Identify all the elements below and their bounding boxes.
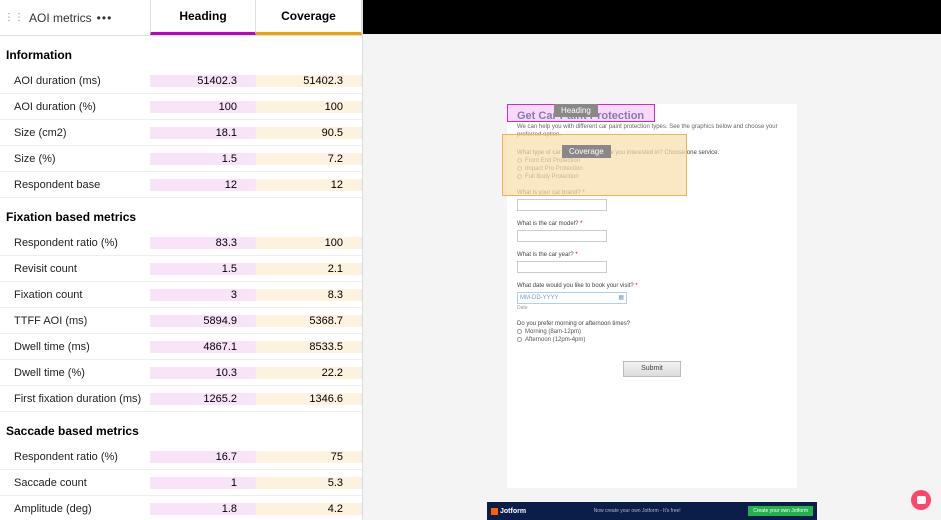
panel-title: AOI metrics <box>29 11 92 25</box>
column-header-coverage[interactable]: Coverage <box>256 0 362 35</box>
car-model-input[interactable] <box>517 230 607 242</box>
metric-value-coverage: 12 <box>256 179 362 191</box>
visit-date-input[interactable]: MM-DD-YYYY ▦ <box>517 292 627 304</box>
calendar-icon[interactable]: ▦ <box>618 294 624 301</box>
metric-label: Dwell time (ms) <box>0 341 150 353</box>
metric-value-coverage: 7.2 <box>256 153 362 165</box>
jotform-banner[interactable]: Jotform Now create your own Jotform - It… <box>487 502 817 520</box>
q3-label: What is the car model? <box>517 221 578 227</box>
metric-row: Respondent base1212 <box>0 172 362 198</box>
metric-row: Respondent ratio (%)83.3100 <box>0 230 362 256</box>
section-header: Fixation based metrics <box>0 198 362 230</box>
metric-value-heading: 83.3 <box>150 237 256 249</box>
metric-row: Dwell time (%)10.322.2 <box>0 360 362 386</box>
metric-value-heading: 16.7 <box>150 451 256 463</box>
stimulus-preview-panel: Heading Coverage Get Car Paint Protectio… <box>363 0 941 520</box>
metric-row: Respondent ratio (%)16.775 <box>0 444 362 470</box>
metric-row: AOI duration (%)100100 <box>0 94 362 120</box>
metric-label: Respondent base <box>0 179 150 191</box>
jotform-text: Now create your own Jotform - It's free! <box>594 508 681 514</box>
opt6a[interactable]: Morning (8am-12pm) <box>525 329 581 335</box>
q5-label: What date would you like to book your vi… <box>517 283 634 289</box>
opt6b[interactable]: Afternoon (12pm-4pm) <box>525 337 585 343</box>
metric-row: Revisit count1.52.1 <box>0 256 362 282</box>
metric-value-heading: 5894.9 <box>150 315 256 327</box>
metric-value-coverage: 5368.7 <box>256 315 362 327</box>
car-brand-input[interactable] <box>517 199 607 211</box>
section-header: Information <box>0 36 362 68</box>
q4-label: What is the car year? <box>517 252 574 258</box>
metric-label: Revisit count <box>0 263 150 275</box>
metric-row: Saccade count15.3 <box>0 470 362 496</box>
metric-value-coverage: 22.2 <box>256 367 362 379</box>
metric-value-heading: 18.1 <box>150 127 256 139</box>
aoi-overlay-coverage[interactable] <box>502 134 687 196</box>
metric-value-heading: 1265.2 <box>150 393 256 405</box>
metric-value-coverage: 90.5 <box>256 127 362 139</box>
metric-value-heading: 1.5 <box>150 263 256 275</box>
metric-label: Size (cm2) <box>0 127 150 139</box>
metric-label: Saccade count <box>0 477 150 489</box>
metric-value-coverage: 2.1 <box>256 263 362 275</box>
metric-value-heading: 12 <box>150 179 256 191</box>
q6-label: Do you prefer morning or afternoon times… <box>517 321 630 327</box>
metric-row: Size (%)1.57.2 <box>0 146 362 172</box>
metric-label: Respondent ratio (%) <box>0 237 150 249</box>
jotform-logo-icon <box>491 508 498 515</box>
aoi-label-heading[interactable]: Heading <box>554 104 598 117</box>
metric-value-heading: 1.8 <box>150 503 256 515</box>
metric-value-coverage: 100 <box>256 237 362 249</box>
more-menu-icon[interactable]: ••• <box>97 11 113 25</box>
metric-value-heading: 51402.3 <box>150 75 256 87</box>
metric-value-heading: 3 <box>150 289 256 301</box>
metric-row: TTFF AOI (ms)5894.95368.7 <box>0 308 362 334</box>
metric-row: AOI duration (ms)51402.351402.3 <box>0 68 362 94</box>
metrics-header: ⋮⋮ AOI metrics ••• Heading Coverage <box>0 0 362 36</box>
metric-label: Respondent ratio (%) <box>0 451 150 463</box>
metric-value-coverage: 1346.6 <box>256 393 362 405</box>
metrics-table-body: InformationAOI duration (ms)51402.351402… <box>0 36 362 520</box>
metric-value-heading: 100 <box>150 101 256 113</box>
metric-value-heading: 1 <box>150 477 256 489</box>
drag-handle-icon[interactable]: ⋮⋮ <box>4 12 24 23</box>
metric-row: Fixation count38.3 <box>0 282 362 308</box>
metric-value-heading: 1.5 <box>150 153 256 165</box>
metric-label: TTFF AOI (ms) <box>0 315 150 327</box>
metric-value-coverage: 51402.3 <box>256 75 362 87</box>
aoi-metrics-panel: ⋮⋮ AOI metrics ••• Heading Coverage Info… <box>0 0 363 520</box>
metric-value-coverage: 4.2 <box>256 503 362 515</box>
metric-label: First fixation duration (ms) <box>0 393 150 405</box>
metric-row: Size (cm2)18.190.5 <box>0 120 362 146</box>
metric-value-heading: 4867.1 <box>150 341 256 353</box>
car-year-input[interactable] <box>517 261 607 273</box>
metric-row: First fixation duration (ms)1265.21346.6 <box>0 386 362 412</box>
metric-value-coverage: 75 <box>256 451 362 463</box>
metric-label: Amplitude (deg) <box>0 503 150 515</box>
metric-row: Amplitude (deg)1.84.2 <box>0 496 362 520</box>
metric-label: AOI duration (ms) <box>0 75 150 87</box>
metric-label: Fixation count <box>0 289 150 301</box>
aoi-label-coverage[interactable]: Coverage <box>562 145 611 158</box>
column-header-heading[interactable]: Heading <box>150 0 256 35</box>
chat-bubble-icon[interactable] <box>911 490 931 510</box>
metric-value-coverage: 5.3 <box>256 477 362 489</box>
radio-icon[interactable] <box>517 337 522 342</box>
date-help: Date <box>517 305 787 311</box>
metric-value-coverage: 8.3 <box>256 289 362 301</box>
metric-label: AOI duration (%) <box>0 101 150 113</box>
form-card: Heading Coverage Get Car Paint Protectio… <box>507 104 797 488</box>
metric-label: Size (%) <box>0 153 150 165</box>
metric-label: Dwell time (%) <box>0 367 150 379</box>
radio-icon[interactable] <box>517 329 522 334</box>
metric-value-coverage: 8533.5 <box>256 341 362 353</box>
jotform-cta-button[interactable]: Create your own Jotform <box>748 506 813 516</box>
metric-value-heading: 10.3 <box>150 367 256 379</box>
submit-button[interactable]: Submit <box>623 361 681 377</box>
section-header: Saccade based metrics <box>0 412 362 444</box>
browser-top-bar <box>363 0 941 34</box>
metric-value-coverage: 100 <box>256 101 362 113</box>
metric-row: Dwell time (ms)4867.18533.5 <box>0 334 362 360</box>
